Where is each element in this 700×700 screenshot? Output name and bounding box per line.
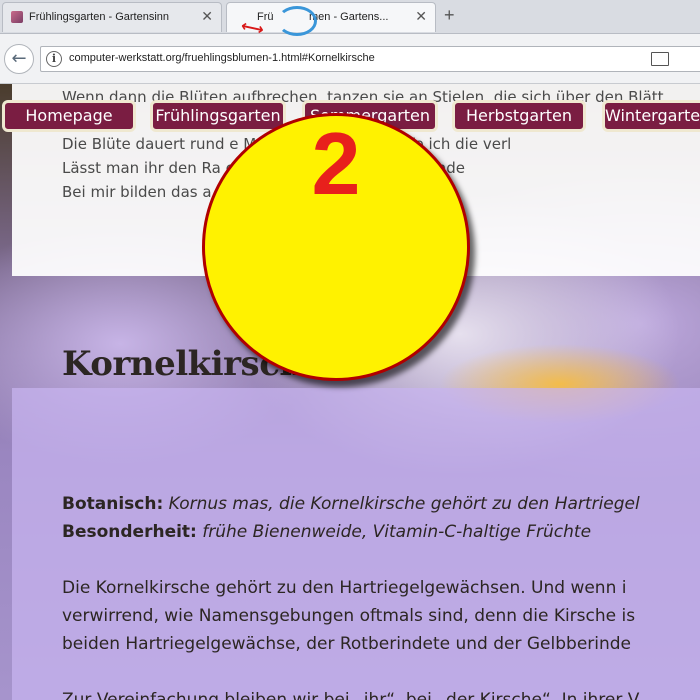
body-line: verwirrend, wie Namensgebungen oftmals s… (62, 606, 636, 626)
tab-fruehlingsgarten[interactable]: Frühlingsgarten - Gartensinn ✕ (2, 2, 222, 32)
tab-title: men - Gartens... (309, 11, 389, 23)
favicon-icon (11, 11, 23, 23)
close-tab-icon[interactable]: ✕ (201, 8, 213, 25)
url-text: computer-werkstatt.org/fruehlingsblumen-… (69, 52, 375, 64)
busy-cursor-icon (277, 6, 317, 36)
step-number: 2 (311, 114, 361, 213)
botanisch-line: Botanisch: Kornus mas, die Kornelkirsche… (62, 494, 640, 514)
nav-herbstgarten[interactable]: Herbstgarten (452, 100, 586, 132)
new-tab-icon[interactable]: + (444, 5, 455, 26)
botanisch-label: Botanisch: (62, 494, 164, 514)
besonderheit-value: frühe Bienenweide, Vitamin-C-haltige Frü… (202, 522, 592, 542)
address-bar: ← i computer-werkstatt.org/fruehlingsblu… (0, 34, 700, 84)
reader-view-icon[interactable] (651, 52, 669, 66)
close-tab-icon[interactable]: ✕ (415, 8, 427, 25)
back-button[interactable]: ← (4, 44, 34, 74)
tab-bar: Frühlingsgarten - Gartensinn ✕ Frü men -… (0, 0, 700, 34)
nav-homepage[interactable]: Homepage (2, 100, 136, 132)
body-line: Zur Vereinfachung bleiben wir bei „ihr“,… (62, 690, 640, 700)
botanisch-value: Kornus mas, die Kornelkirsche gehört zu … (168, 494, 640, 514)
besonderheit-line: Besonderheit: frühe Bienenweide, Vitamin… (62, 522, 591, 542)
besonderheit-label: Besonderheit: (62, 522, 197, 542)
url-field[interactable]: i computer-werkstatt.org/fruehlingsblume… (40, 46, 700, 72)
body-line: beiden Hartriegelgewächse, der Rotberind… (62, 634, 632, 654)
tab-title: Frühlingsgarten - Gartensinn (29, 11, 170, 23)
nav-wintergarten[interactable]: Wintergarten (602, 100, 700, 132)
body-line: Die Kornelkirsche gehört zu den Hartrieg… (62, 578, 627, 598)
info-icon[interactable]: i (46, 51, 62, 67)
